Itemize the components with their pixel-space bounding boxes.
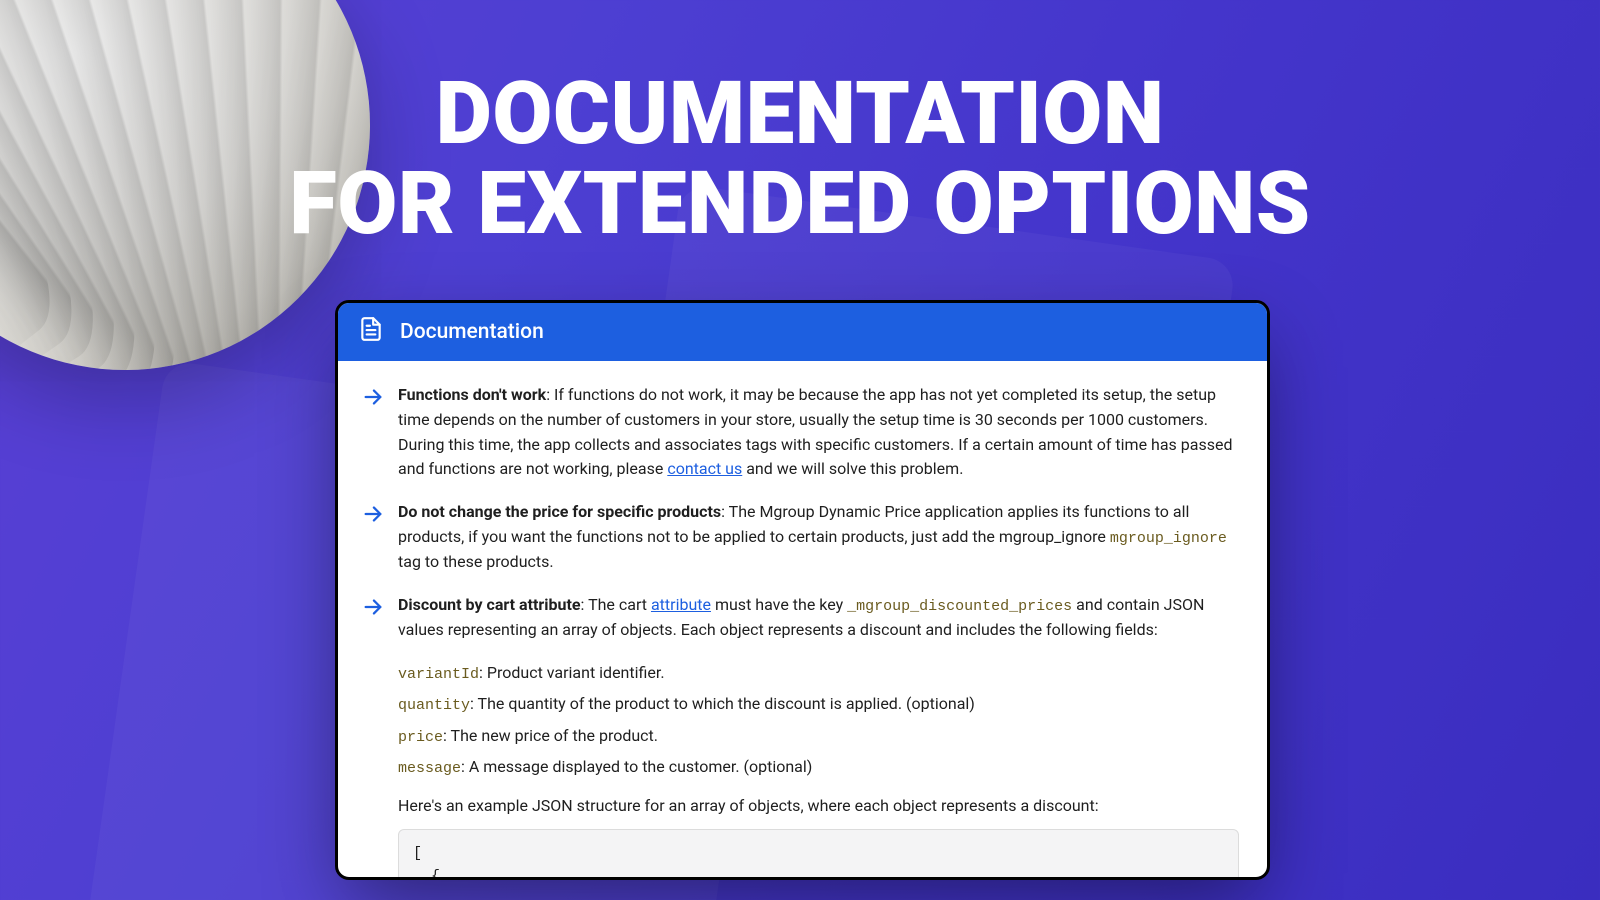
doc-note: Do not change the price for specific pro… (362, 500, 1243, 575)
example-intro: Here's an example JSON structure for an … (398, 794, 1243, 819)
document-icon (358, 316, 384, 348)
inline-code: mgroup_ignore (1110, 530, 1227, 547)
panel-header: Documentation (338, 303, 1267, 361)
doc-note-text: Functions don't work: If functions do no… (398, 383, 1243, 482)
arrow-right-icon (362, 503, 384, 575)
panel-header-title: Documentation (400, 320, 544, 344)
code-block: [ { "variantId": 11111111111111, "quanti… (398, 829, 1239, 880)
field-name: price (398, 729, 443, 746)
panel-body: Functions don't work: If functions do no… (338, 361, 1267, 880)
note-bold: Functions don't work (398, 385, 546, 404)
doc-note-text: Discount by cart attribute: The cart att… (398, 593, 1243, 643)
contact-us-link[interactable]: contact us (667, 459, 742, 478)
field-name: variantId (398, 666, 479, 683)
field-item: variantId: Product variant identifier. (398, 661, 1243, 686)
field-desc: : A message displayed to the customer. (… (461, 757, 812, 776)
hero-line-1: DOCUMENTATION (0, 70, 1600, 160)
arrow-right-icon (362, 596, 384, 643)
note-text: must have the key (711, 595, 847, 614)
doc-note: Discount by cart attribute: The cart att… (362, 593, 1243, 643)
attribute-link[interactable]: attribute (651, 595, 711, 614)
field-desc: : The new price of the product. (443, 726, 658, 745)
documentation-panel: Documentation Functions don't work: If f… (335, 300, 1270, 880)
field-name: message (398, 760, 461, 777)
note-bold: Discount by cart attribute (398, 595, 581, 614)
field-item: message: A message displayed to the cust… (398, 755, 1243, 780)
field-item: quantity: The quantity of the product to… (398, 692, 1243, 717)
field-desc: : Product variant identifier. (479, 663, 665, 682)
field-list: variantId: Product variant identifier. q… (398, 661, 1243, 780)
note-text: and we will solve this problem. (742, 459, 963, 478)
doc-note-text: Do not change the price for specific pro… (398, 500, 1243, 575)
field-item: price: The new price of the product. (398, 724, 1243, 749)
field-name: quantity (398, 697, 470, 714)
inline-code: _mgroup_discounted_prices (847, 598, 1072, 615)
note-bold: Do not change the price for specific pro… (398, 502, 721, 521)
hero-line-2: FOR EXTENDED OPTIONS (0, 160, 1600, 250)
hero-title: DOCUMENTATION FOR EXTENDED OPTIONS (0, 70, 1600, 249)
note-text: tag to these products. (398, 552, 554, 571)
doc-note: Functions don't work: If functions do no… (362, 383, 1243, 482)
note-text: : The cart (581, 595, 651, 614)
arrow-right-icon (362, 386, 384, 482)
field-desc: : The quantity of the product to which t… (470, 694, 975, 713)
